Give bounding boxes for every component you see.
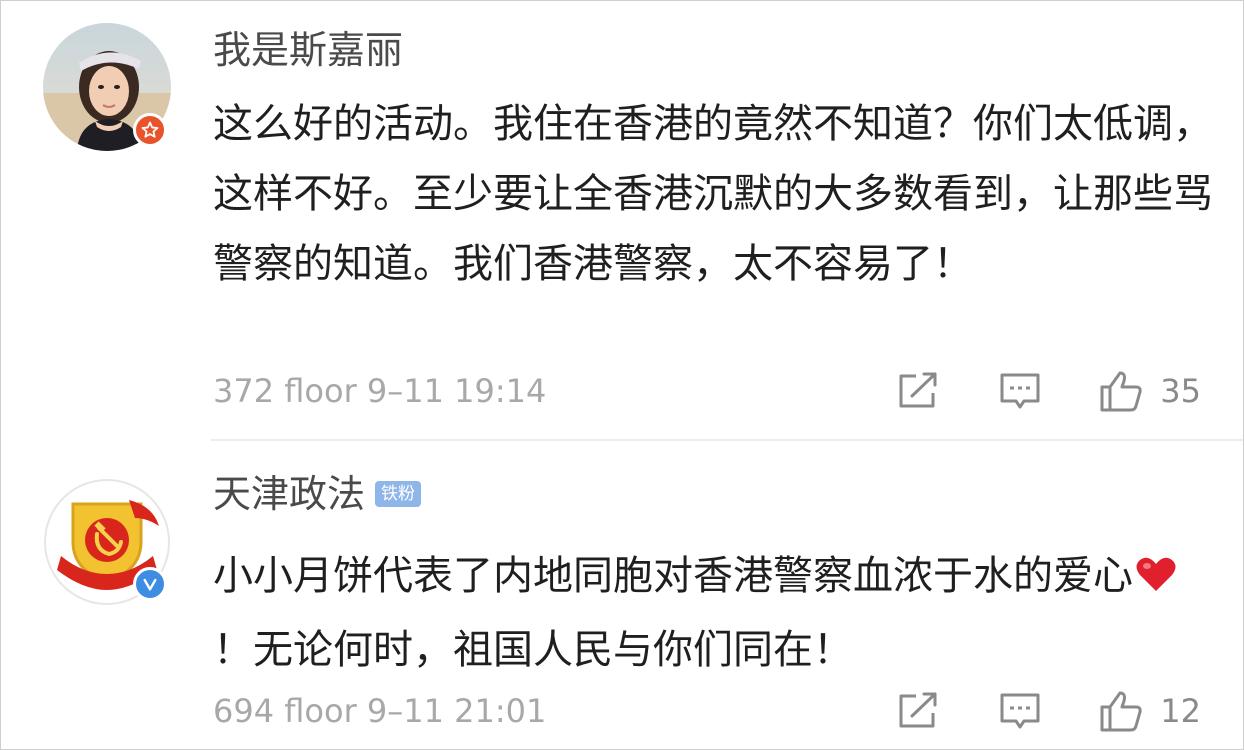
username[interactable]: 我是斯嘉丽	[213, 27, 403, 73]
comment-list: 我是斯嘉丽 这么好的活动。我住在香港的竟然不知道？你们太低调，这样不好。至少要让…	[0, 0, 1244, 750]
comment-button[interactable]	[998, 371, 1042, 411]
star-badge-icon	[133, 113, 167, 147]
comment-actions: 12	[896, 687, 1201, 735]
comment-text-part: 小小月饼代表了内地同胞对香港警察血浓于水的爱心	[213, 553, 1133, 599]
comment-button[interactable]	[998, 691, 1042, 731]
share-icon	[899, 692, 937, 728]
fan-badge: 铁粉	[375, 480, 422, 507]
verified-badge-icon	[133, 567, 167, 601]
like-icon	[1100, 691, 1142, 732]
heart-emoji-icon	[1135, 545, 1177, 615]
like-button[interactable]: 12	[1098, 689, 1201, 733]
comment-item: 天津政法 铁粉 小小月饼代表了内地同胞对香港警察血浓于水的爱心 ！无论何时，祖国人民…	[1, 441, 1243, 749]
comment-meta: 372 floor 9–11 19:14	[213, 372, 547, 410]
share-icon	[899, 372, 937, 408]
comment-icon	[1000, 693, 1040, 729]
like-icon	[1100, 371, 1142, 412]
share-button[interactable]	[896, 371, 940, 411]
username[interactable]: 天津政法 铁粉	[213, 471, 422, 517]
comment-text: 小小月饼代表了内地同胞对香港警察血浓于水的爱心 ！无论何时，祖国人民与你们同在！	[213, 541, 1213, 685]
like-count: 35	[1160, 372, 1201, 410]
like-button[interactable]: 35	[1098, 369, 1201, 413]
comment-text: 这么好的活动。我住在香港的竟然不知道？你们太低调，这样不好。至少要让全香港沉默的…	[213, 101, 1213, 287]
comment-actions: 35	[896, 367, 1201, 415]
share-button[interactable]	[896, 691, 940, 731]
comment-icon	[1000, 373, 1040, 409]
comment-item: 我是斯嘉丽 这么好的活动。我住在香港的竟然不知道？你们太低调，这样不好。至少要让…	[1, 1, 1243, 441]
comment-meta: 694 floor 9–11 21:01	[213, 692, 547, 730]
username-text: 天津政法	[213, 472, 366, 516]
comment-text-part: ！无论何时，祖国人民与你们同在！	[213, 627, 853, 673]
like-count: 12	[1160, 692, 1201, 730]
